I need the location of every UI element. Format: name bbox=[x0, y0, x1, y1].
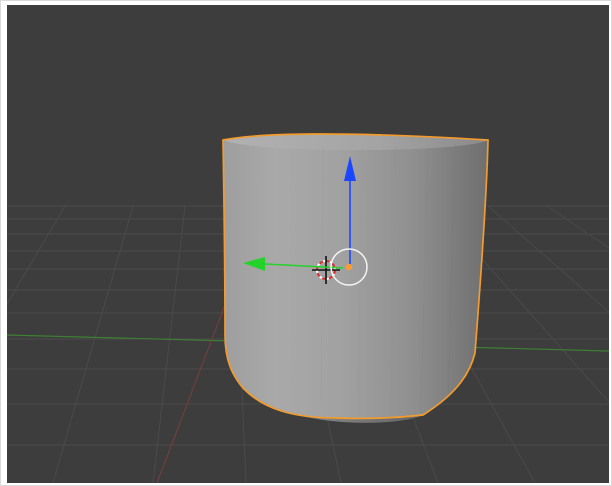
3d-viewport[interactable] bbox=[7, 5, 609, 483]
3d-scene[interactable] bbox=[7, 5, 609, 483]
pivot-point bbox=[345, 263, 353, 271]
cylinder-mesh-icon[interactable] bbox=[222, 133, 489, 423]
viewport-frame bbox=[0, 0, 612, 486]
